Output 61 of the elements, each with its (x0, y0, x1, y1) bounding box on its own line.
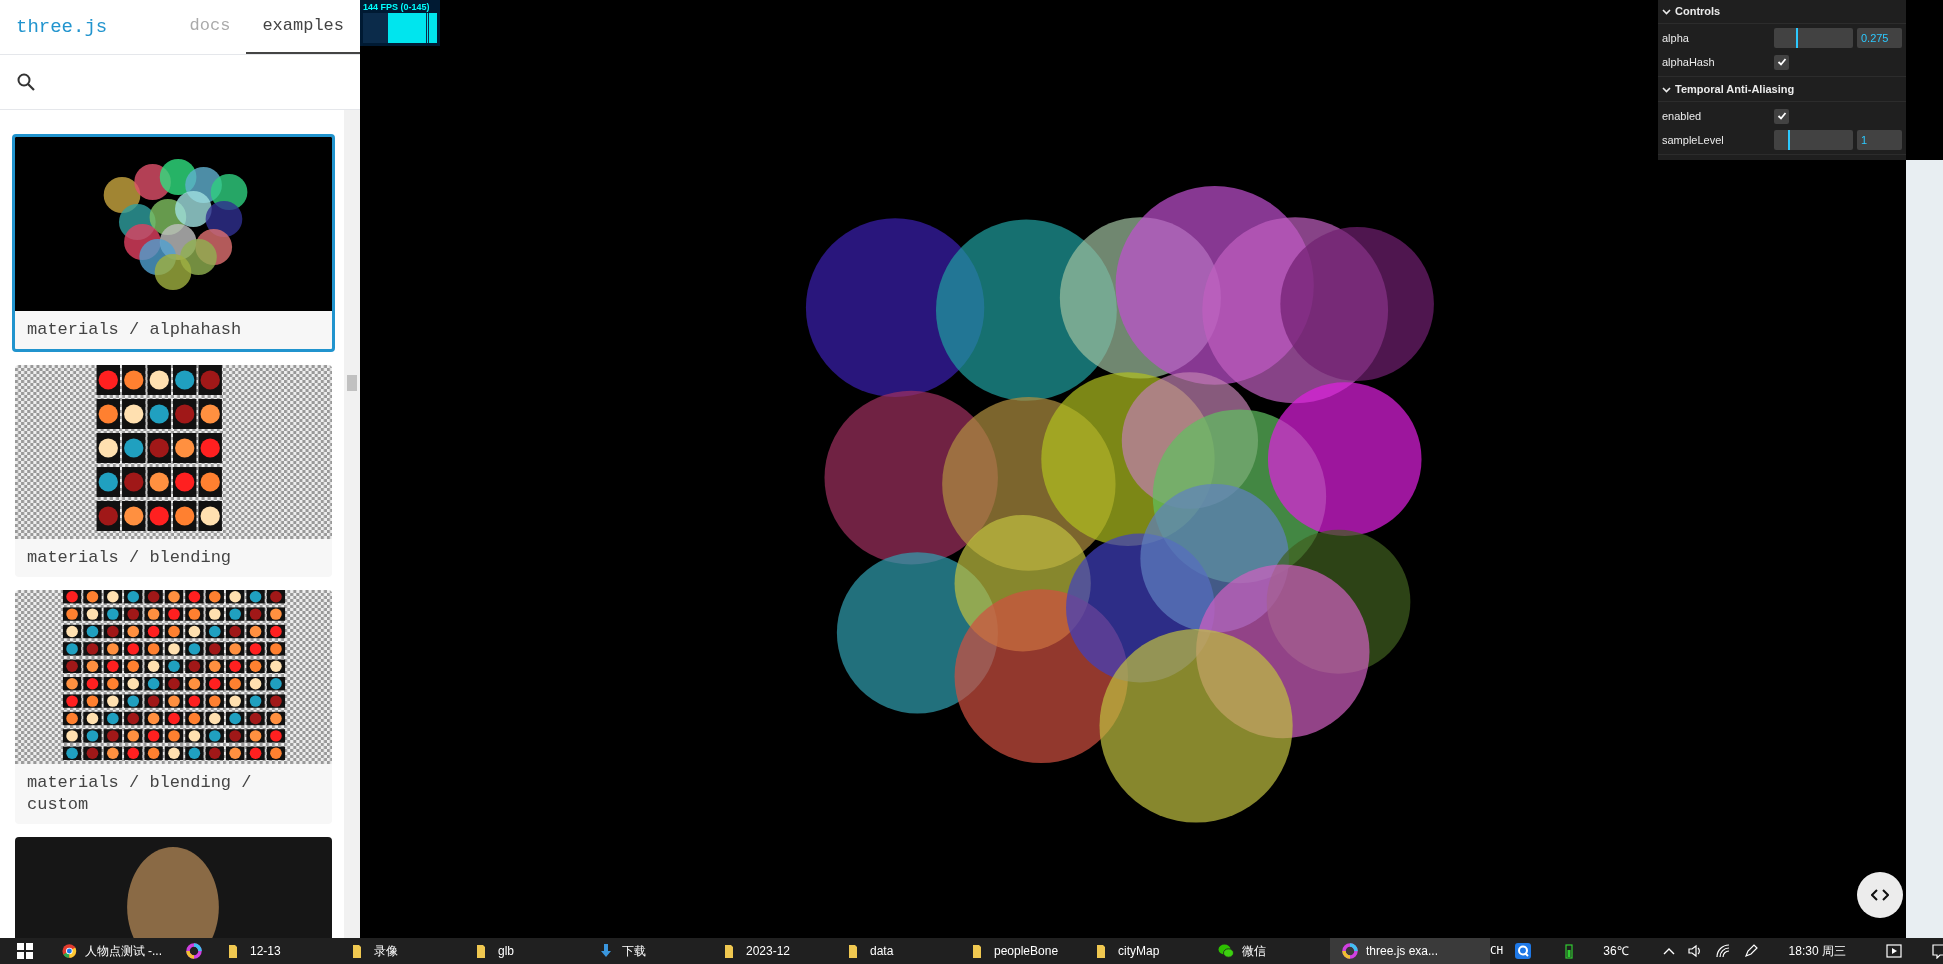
taskbar-button[interactable]: glb (462, 938, 586, 964)
temperature-reading[interactable]: 36℃ (1603, 942, 1629, 960)
pen-icon[interactable] (1742, 943, 1759, 959)
clock[interactable]: 18:30 周三 (1788, 942, 1846, 960)
example-card[interactable]: materials / alphahash (12, 134, 335, 352)
chat-bubbles-icon (1218, 943, 1234, 959)
example-card[interactable]: materials / blending / custom (15, 590, 332, 824)
taskbar-button[interactable]: data (834, 938, 958, 964)
chevron-down-icon (1662, 85, 1671, 94)
control-label: enabled (1662, 108, 1703, 124)
colorful-ring-icon (186, 943, 202, 959)
control-label: sampleLevel (1662, 132, 1725, 148)
example-title: materials / blending / custom (26, 772, 253, 816)
q-app-icon[interactable] (1515, 943, 1532, 959)
checkmark-icon (1776, 111, 1787, 121)
search-icon[interactable] (16, 72, 36, 92)
windows-start-icon[interactable] (17, 943, 33, 959)
scrollbar-thumb[interactable] (347, 375, 357, 391)
fps-reading: 144 FPS (0-145) (363, 1, 431, 13)
chrome-icon (62, 943, 77, 959)
download-arrow-icon (598, 943, 614, 959)
code-icon (1871, 888, 1889, 902)
folder-title: Temporal Anti-Aliasing (1675, 82, 1795, 98)
wifi-icon[interactable] (1714, 943, 1731, 959)
taskbar-button[interactable]: three.js exa... (1330, 938, 1490, 964)
taskbar-button[interactable]: 微信 (1206, 938, 1330, 964)
checkbox[interactable] (1774, 54, 1789, 70)
number-field[interactable]: 1 (1856, 130, 1902, 150)
code-toggle-button[interactable] (1857, 872, 1903, 918)
example-title: materials / blending (26, 547, 233, 569)
render-canvas[interactable]: 144 FPS (0-145) Controls alpha 0.275 alphaHash Temporal Anti-Aliasing enabled sampleLevel 1 (360, 0, 1943, 938)
checkbox[interactable] (1774, 108, 1789, 124)
taskbar-button[interactable]: 人物点测试 -... (50, 938, 174, 964)
language-indicator[interactable]: CH (1490, 942, 1504, 960)
number-field[interactable]: 0.275 (1856, 28, 1902, 48)
taskbar-button[interactable]: 12-13 (214, 938, 338, 964)
example-card[interactable]: materials / blending (15, 365, 332, 577)
scrollbar[interactable] (344, 110, 360, 938)
slider-track[interactable] (1774, 130, 1853, 150)
chevron-down-icon (1662, 7, 1671, 16)
control-label: alphaHash (1662, 54, 1716, 70)
folder-header[interactable]: Controls (1658, 0, 1906, 24)
taskbar-button[interactable]: 下载 (586, 938, 710, 964)
play-icon[interactable] (1886, 943, 1902, 959)
slider-thumb[interactable] (1795, 28, 1798, 48)
taskbar-button[interactable]: 录像 (338, 938, 462, 964)
folder-title: Controls (1675, 4, 1721, 20)
fps-stats-panel[interactable]: 144 FPS (0-145) (360, 0, 440, 46)
control-label: alpha (1662, 30, 1690, 46)
speaker-icon[interactable] (1686, 943, 1703, 959)
example-title: materials / alphahash (26, 319, 243, 341)
colorful-ring-icon (1342, 943, 1358, 959)
folder-header[interactable]: Temporal Anti-Aliasing (1658, 78, 1906, 102)
taskbar-button[interactable]: cityMap (1082, 938, 1206, 964)
chevron-up-icon[interactable] (1662, 946, 1675, 956)
taskbar-button[interactable]: 2023-12 (710, 938, 834, 964)
slider-thumb[interactable] (1787, 130, 1790, 150)
taskbar-button[interactable]: peopleBone (958, 938, 1082, 964)
checkmark-icon (1776, 57, 1787, 67)
slider-track[interactable] (1774, 28, 1853, 48)
battery-icon[interactable] (1565, 943, 1574, 959)
